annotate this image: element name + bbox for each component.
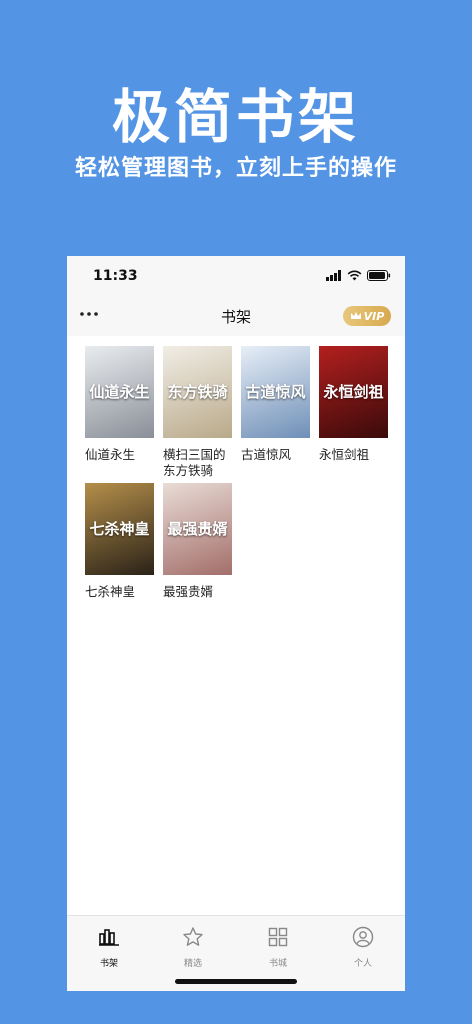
status-time: 11:33: [93, 268, 138, 284]
book-cover[interactable]: 东方铁骑: [163, 346, 232, 438]
book-item[interactable]: 古道惊风 古道惊风: [241, 346, 311, 463]
book-item[interactable]: 仙道永生 仙道永生: [85, 346, 155, 463]
signal-icon: [326, 270, 341, 281]
wifi-icon: [347, 270, 362, 281]
promo-subtitle: 轻松管理图书，立刻上手的操作: [74, 156, 397, 181]
tab-bookshelf[interactable]: 书架: [79, 926, 139, 969]
book-cover[interactable]: 永恒剑祖: [319, 346, 388, 438]
book-item[interactable]: 最强贵婿 最强贵婿: [163, 483, 233, 600]
tab-label: 精选: [183, 959, 202, 969]
book-title: 古道惊风: [241, 447, 292, 462]
grid-icon: [268, 927, 288, 947]
cover-title: 永恒剑祖: [323, 383, 384, 401]
phone-screen: 11:33 书架 VIP 仙道永生 仙道永生 东方铁骑 横扫三国的东方铁骑 古道…: [67, 256, 405, 991]
cover-title: 最强贵婿: [167, 520, 228, 538]
tab-label: 书架: [99, 959, 118, 969]
status-icons: [326, 270, 391, 281]
tab-label: 个人: [353, 959, 372, 969]
home-indicator: [175, 979, 297, 984]
battery-icon: [367, 270, 391, 281]
book-item[interactable]: 东方铁骑 横扫三国的东方铁骑: [163, 346, 233, 479]
star-icon: [183, 927, 203, 946]
tab-label: 书城: [268, 959, 287, 969]
book-title: 横扫三国的东方铁骑: [163, 447, 226, 478]
book-cover[interactable]: 仙道永生: [85, 346, 154, 438]
bookshelf-icon: [99, 929, 119, 946]
person-icon: [352, 926, 374, 948]
cover-title: 七杀神皇: [89, 520, 150, 538]
vip-label: VIP: [363, 309, 385, 323]
cover-title: 仙道永生: [89, 383, 150, 401]
tab-bookstore[interactable]: 书城: [248, 926, 308, 969]
book-title: 仙道永生: [85, 447, 136, 462]
book-cover[interactable]: 古道惊风: [241, 346, 310, 438]
tab-profile[interactable]: 个人: [333, 926, 393, 969]
book-title: 七杀神皇: [85, 584, 136, 599]
promo-title: 极简书架: [111, 83, 360, 151]
book-title: 永恒剑祖: [319, 447, 370, 462]
vip-button[interactable]: VIP: [343, 306, 391, 326]
cover-title: 古道惊风: [245, 383, 306, 401]
book-item[interactable]: 永恒剑祖 永恒剑祖: [319, 346, 389, 463]
book-cover[interactable]: 最强贵婿: [163, 483, 232, 575]
tab-bar: 书架 精选 书城 个人: [67, 915, 405, 991]
book-title: 最强贵婿: [163, 584, 214, 599]
cover-title: 东方铁骑: [167, 383, 228, 401]
crown-icon: [350, 312, 361, 319]
book-item[interactable]: 七杀神皇 七杀神皇: [85, 483, 155, 600]
tab-featured[interactable]: 精选: [163, 926, 223, 969]
nav-bar: 书架 VIP: [67, 296, 405, 336]
book-cover[interactable]: 七杀神皇: [85, 483, 154, 575]
status-bar: 11:33: [67, 256, 405, 296]
